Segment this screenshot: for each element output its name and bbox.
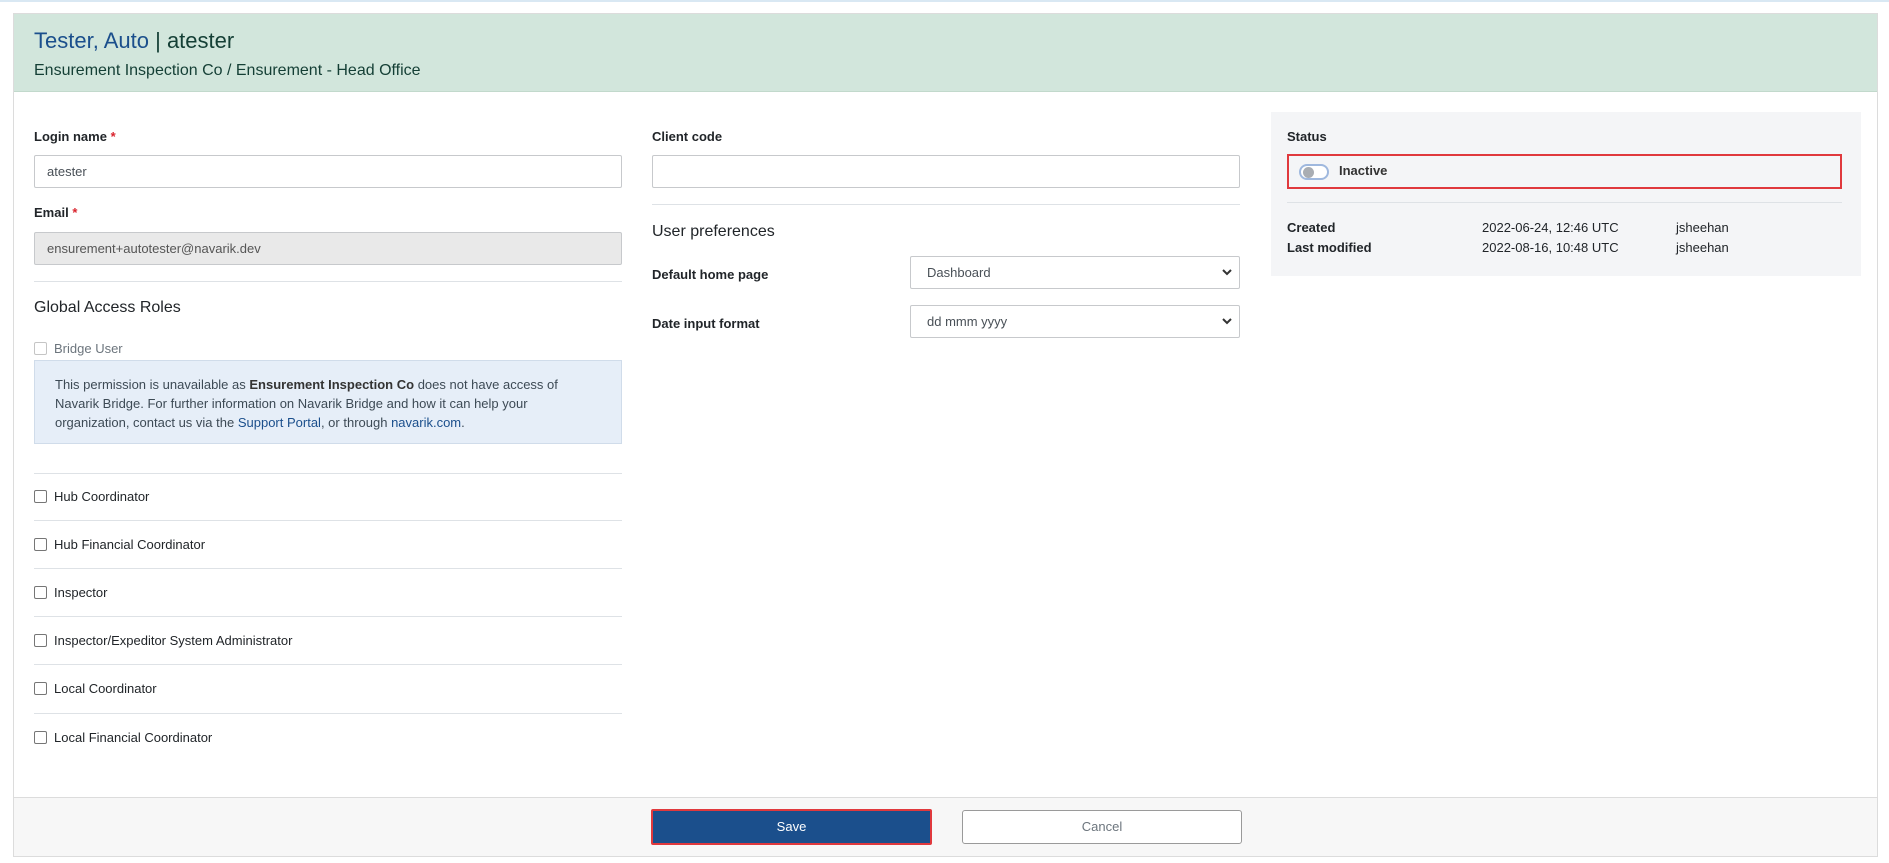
default-home-page-select[interactable]: Dashboard — [910, 256, 1240, 289]
bridge-user-label: Bridge User — [54, 341, 123, 356]
role-checkbox[interactable] — [34, 586, 47, 599]
required-marker: * — [72, 205, 78, 220]
role-label: Local Financial Coordinator — [54, 730, 213, 745]
status-panel: Status Inactive Created 2022-06-24, 12:4… — [1271, 112, 1861, 276]
info-text: , or through — [320, 415, 392, 430]
role-label: Hub Coordinator — [54, 489, 150, 504]
login-name-input[interactable]: atester — [34, 155, 622, 188]
divider — [34, 664, 622, 665]
user-full-name: Tester, Auto — [34, 28, 149, 53]
chevron-down-icon — [1222, 269, 1232, 276]
login-name-label-text: Login name — [34, 129, 107, 144]
created-label: Created — [1287, 220, 1336, 235]
status-toggle-switch[interactable] — [1299, 164, 1329, 180]
global-access-roles-title: Global Access Roles — [34, 299, 181, 316]
divider — [34, 281, 622, 282]
role-checkbox[interactable] — [34, 538, 47, 551]
select-value: Dashboard — [927, 265, 991, 280]
created-date: 2022-06-24, 12:46 UTC — [1482, 220, 1619, 235]
divider — [1287, 202, 1842, 203]
role-checkbox[interactable] — [34, 731, 47, 744]
email-label-text: Email — [34, 205, 69, 220]
role-hub-coordinator[interactable]: Hub Coordinator — [34, 487, 622, 507]
role-inspector-expeditor-admin[interactable]: Inspector/Expeditor System Administrator — [34, 631, 622, 651]
form-footer: Save Cancel — [14, 797, 1877, 856]
divider — [34, 568, 622, 569]
email-label: Email * — [34, 205, 77, 220]
info-company: Ensurement Inspection Co — [249, 377, 415, 392]
divider — [34, 473, 622, 474]
toggle-knob — [1303, 167, 1314, 178]
status-value: Inactive — [1339, 163, 1388, 178]
chevron-down-icon — [1222, 318, 1232, 325]
page-header: Tester, Auto | atester Ensurement Inspec… — [14, 14, 1877, 92]
role-label: Hub Financial Coordinator — [54, 537, 206, 552]
role-label: Inspector — [54, 585, 108, 600]
status-label: Status — [1287, 129, 1327, 144]
client-code-input[interactable] — [652, 155, 1240, 188]
last-modified-label: Last modified — [1287, 240, 1372, 255]
organization-breadcrumb: Ensurement Inspection Co / Ensurement - … — [34, 62, 421, 79]
default-home-page-label: Default home page — [652, 267, 769, 282]
last-modified-date: 2022-08-16, 10:48 UTC — [1482, 240, 1619, 255]
client-code-label: Client code — [652, 129, 723, 144]
created-by: jsheehan — [1676, 220, 1729, 235]
divider — [34, 713, 622, 714]
login-name-label: Login name * — [34, 129, 116, 144]
role-checkbox[interactable] — [34, 682, 47, 695]
role-checkbox[interactable] — [34, 634, 47, 647]
status-toggle-group[interactable]: Inactive — [1287, 154, 1842, 189]
role-label: Local Coordinator — [54, 681, 157, 696]
bridge-info-message: This permission is unavailable as Ensure… — [34, 360, 622, 444]
info-text: . — [461, 415, 465, 430]
top-border — [0, 0, 1889, 2]
support-portal-link[interactable]: Support Portal — [238, 415, 321, 430]
cancel-button[interactable]: Cancel — [962, 810, 1242, 844]
info-text: This permission is unavailable as — [55, 377, 250, 392]
role-checkbox[interactable] — [34, 490, 47, 503]
role-hub-financial-coordinator[interactable]: Hub Financial Coordinator — [34, 535, 622, 555]
email-field: ensurement+autotester@navarik.dev — [34, 232, 622, 265]
divider — [34, 616, 622, 617]
date-input-format-label: Date input format — [652, 316, 760, 331]
role-local-financial-coordinator[interactable]: Local Financial Coordinator — [34, 728, 622, 748]
last-modified-by: jsheehan — [1676, 240, 1729, 255]
required-marker: * — [110, 129, 116, 144]
bridge-user-checkbox — [34, 342, 47, 355]
role-inspector[interactable]: Inspector — [34, 583, 622, 603]
date-input-format-select[interactable]: dd mmm yyyy — [910, 305, 1240, 338]
select-value: dd mmm yyyy — [927, 314, 1008, 329]
page-title: Tester, Auto | atester — [34, 28, 234, 54]
role-label: Inspector/Expeditor System Administrator — [54, 633, 293, 648]
navarik-site-link[interactable]: navarik.com — [391, 415, 461, 430]
divider — [34, 520, 622, 521]
user-preferences-title: User preferences — [652, 223, 775, 240]
title-separator: | — [155, 28, 161, 53]
save-button[interactable]: Save — [651, 809, 932, 845]
divider — [652, 204, 1240, 205]
role-local-coordinator[interactable]: Local Coordinator — [34, 679, 622, 699]
user-login: atester — [166, 28, 235, 53]
user-edit-panel: Tester, Auto | atester Ensurement Inspec… — [13, 13, 1878, 857]
bridge-user-option: Bridge User — [34, 339, 334, 359]
